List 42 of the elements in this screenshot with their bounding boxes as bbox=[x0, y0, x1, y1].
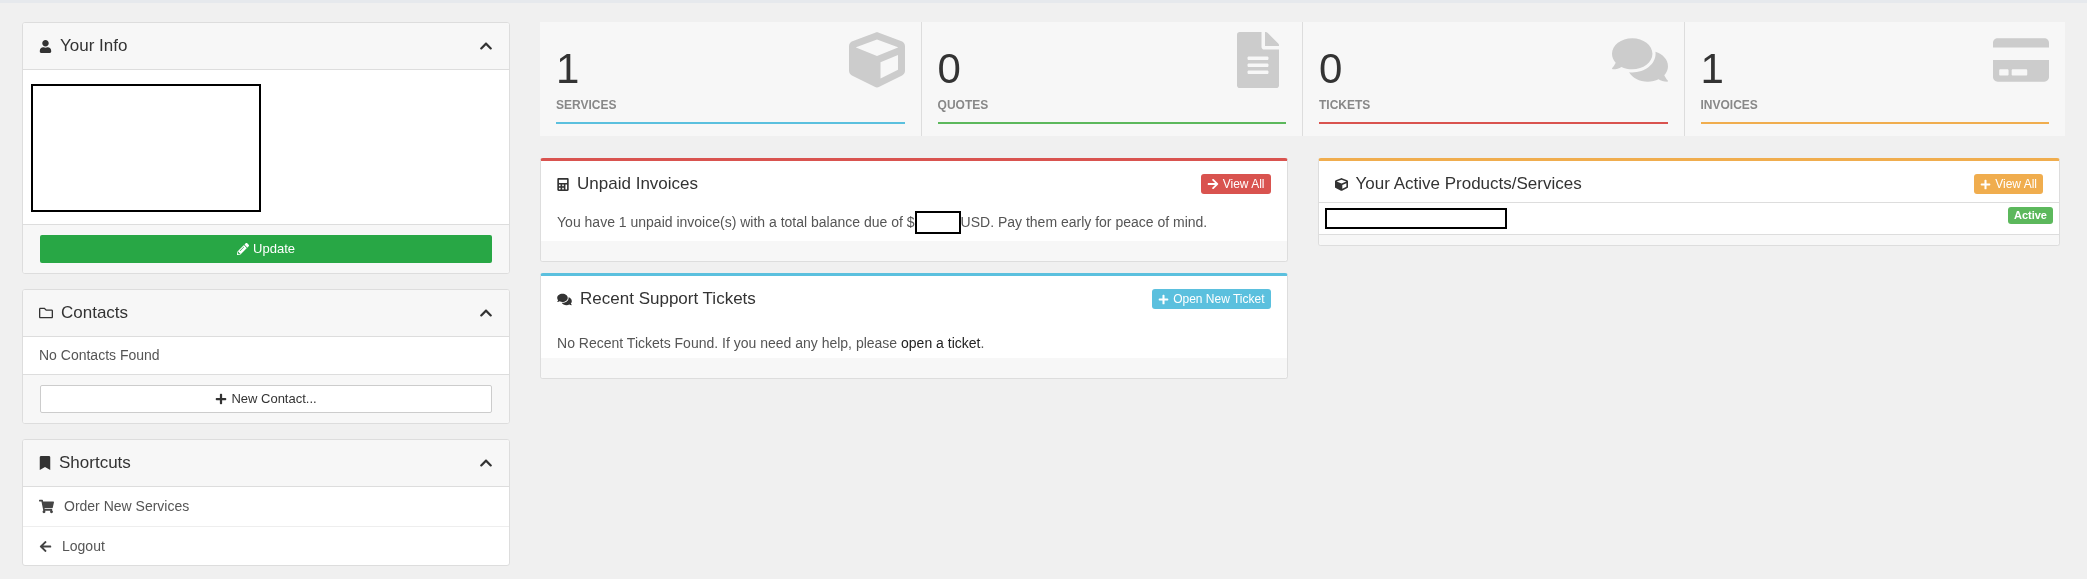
stat-value: 1 bbox=[1700, 48, 1724, 90]
stat-tile[interactable]: 1 INVOICES bbox=[1683, 22, 2065, 136]
panel-title: Your Info bbox=[60, 35, 128, 58]
arrow-left-icon bbox=[39, 539, 52, 553]
empty-message: No Contacts Found bbox=[39, 346, 160, 365]
calculator-icon bbox=[557, 177, 570, 191]
shortcut-link[interactable]: Logout bbox=[23, 526, 510, 565]
stat-tile[interactable]: 0 QUOTES bbox=[920, 22, 1303, 136]
panel-title: Shortcuts bbox=[59, 452, 131, 475]
stat-label: SERVICES bbox=[556, 97, 617, 114]
new-contact-button[interactable]: New Contact... bbox=[40, 385, 493, 413]
plus-icon bbox=[1980, 178, 1992, 190]
stat-label: INVOICES bbox=[1700, 97, 1758, 114]
cart-icon bbox=[39, 499, 54, 514]
bookmark-icon bbox=[39, 456, 51, 470]
panel-title: Contacts bbox=[61, 302, 129, 325]
user-icon bbox=[39, 39, 52, 53]
folder-icon bbox=[39, 306, 53, 320]
stat-value: 0 bbox=[1319, 48, 1343, 90]
panel-title: Unpaid Invoices bbox=[577, 173, 699, 196]
stat-label: QUOTES bbox=[937, 97, 989, 114]
chat-bubbles-icon bbox=[557, 292, 573, 306]
stat-label: TICKETS bbox=[1319, 97, 1371, 114]
shortcut-link[interactable]: Order New Services bbox=[23, 487, 510, 526]
stat-tile[interactable]: 0 TICKETS bbox=[1302, 22, 1684, 136]
stat-value: 0 bbox=[937, 48, 961, 90]
invoice-text: USD. Pay them early for peace of mind. bbox=[960, 212, 1208, 232]
cube-icon bbox=[1334, 177, 1348, 191]
panel-title: Your Active Products/Services bbox=[1355, 173, 1582, 196]
status-badge: Active bbox=[2007, 207, 2053, 224]
panel-button[interactable]: View All bbox=[1200, 174, 1271, 194]
plus-icon bbox=[215, 393, 228, 405]
cube-icon bbox=[848, 32, 905, 88]
redaction-box bbox=[914, 210, 961, 234]
panel-title: Recent Support Tickets bbox=[580, 288, 756, 311]
invoice-text: You have 1 unpaid invoice(s) with a total balance due of $ bbox=[557, 212, 915, 232]
stat-value: 1 bbox=[556, 48, 580, 90]
stat-tile[interactable]: 1 SERVICES bbox=[540, 22, 921, 136]
pencil-icon bbox=[237, 243, 250, 255]
plus-icon bbox=[1158, 293, 1170, 305]
tickets-message: No Recent Tickets Found. If you need any help, please open a ticket. bbox=[557, 333, 985, 353]
arrow-right-icon bbox=[1206, 178, 1219, 190]
